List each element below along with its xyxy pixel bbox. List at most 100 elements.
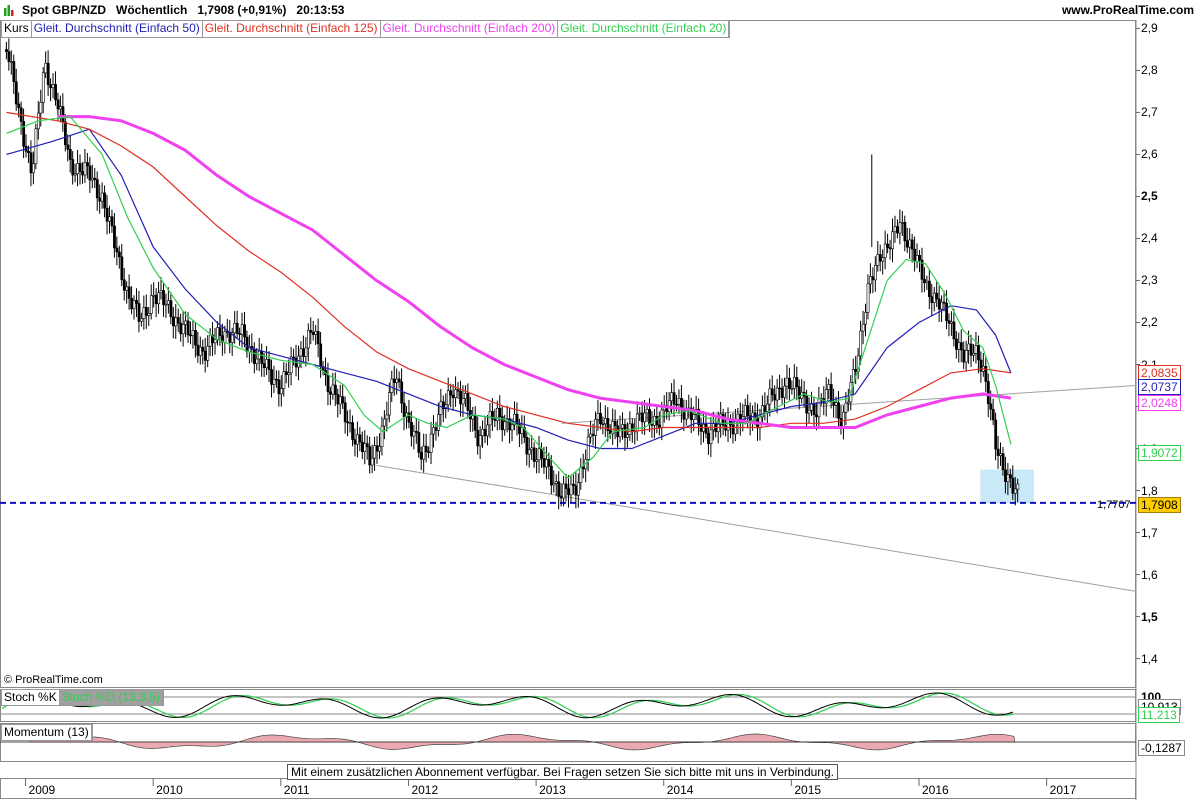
price-candle xyxy=(439,401,443,415)
price-candle xyxy=(626,434,629,438)
price-candle xyxy=(181,324,185,335)
y-tick-label: 2,2 xyxy=(1141,315,1158,330)
price-candle xyxy=(147,313,151,316)
price-candle xyxy=(1006,474,1010,483)
price-candle xyxy=(842,411,845,428)
price-candle xyxy=(874,264,877,281)
price-candle xyxy=(795,377,799,388)
price-candle xyxy=(648,409,651,425)
price-candle xyxy=(108,216,111,222)
price-candle xyxy=(39,102,43,114)
price-candle xyxy=(574,485,578,496)
price-candle xyxy=(400,381,404,404)
price-candle xyxy=(54,84,57,101)
price-candle xyxy=(712,423,715,431)
price-candle xyxy=(655,416,659,426)
price-candle xyxy=(1001,453,1005,471)
price-candle xyxy=(699,424,703,432)
price-candle xyxy=(530,447,534,451)
price-candle xyxy=(559,496,563,499)
price-candle xyxy=(162,290,165,306)
price-candle xyxy=(449,390,453,396)
price-candle xyxy=(71,159,75,176)
support-level-label: 1,7707 xyxy=(1097,499,1131,511)
price-candle xyxy=(279,388,283,395)
price-candle xyxy=(525,437,529,455)
price-candle xyxy=(793,377,796,389)
price-candle xyxy=(368,446,372,466)
price-candle xyxy=(901,221,904,224)
price-candle xyxy=(429,433,433,453)
price-candle xyxy=(986,381,990,405)
price-candle xyxy=(287,372,291,375)
price-candle xyxy=(957,342,961,350)
price-candle xyxy=(950,321,953,324)
price-candle xyxy=(572,483,575,487)
price-candle xyxy=(645,409,649,414)
price-candle xyxy=(746,405,750,417)
price-candle xyxy=(473,415,477,431)
price-candle xyxy=(969,343,973,356)
price-candle xyxy=(27,150,30,154)
price-candle xyxy=(73,173,77,176)
ma-line-1 xyxy=(6,128,1012,450)
price-candle xyxy=(471,415,475,420)
price-candle xyxy=(140,318,143,322)
price-candle xyxy=(888,247,892,250)
price-candle xyxy=(1013,488,1017,494)
price-candle xyxy=(415,430,418,433)
price-candle xyxy=(589,433,593,438)
price-candle xyxy=(29,152,33,174)
price-candle xyxy=(569,483,573,496)
price-candle xyxy=(788,377,791,390)
price-candle xyxy=(22,121,26,147)
price-candle xyxy=(773,394,777,401)
price-chart[interactable] xyxy=(0,0,1200,800)
price-candle xyxy=(319,343,323,367)
price-candle xyxy=(388,392,391,416)
y-tick-label: 1,7 xyxy=(1141,525,1158,540)
legend-item: Kurs xyxy=(2,21,32,37)
price-candle xyxy=(844,402,848,413)
price-candle xyxy=(770,388,774,395)
price-candle xyxy=(137,303,141,322)
price-candle xyxy=(370,457,374,466)
price-candle xyxy=(869,276,872,285)
price-candle xyxy=(189,334,192,337)
price-candle xyxy=(493,418,497,421)
price-candle xyxy=(275,378,278,381)
price-candle xyxy=(120,256,124,281)
price-candle xyxy=(373,445,377,459)
price-candle xyxy=(670,392,674,402)
price-candle xyxy=(243,324,246,338)
stoch-d-label: Stoch %D (13,3,5) xyxy=(59,690,163,705)
price-candle xyxy=(707,433,710,445)
price-candle xyxy=(783,385,786,398)
price-candle xyxy=(451,394,455,398)
price-candle xyxy=(815,414,818,418)
price-candle xyxy=(419,452,423,460)
price-candle xyxy=(564,483,568,489)
price-candle xyxy=(260,350,264,364)
price-candle xyxy=(959,342,963,351)
price-candle xyxy=(601,423,605,426)
price-candle xyxy=(812,403,816,416)
subscription-notice[interactable]: Mit einem zusätzlichen Abonnement verfüg… xyxy=(287,764,838,780)
price-candle xyxy=(115,247,119,253)
price-candle xyxy=(198,346,202,356)
price-candle xyxy=(903,221,907,242)
price-candle xyxy=(861,323,865,332)
price-candle xyxy=(935,292,939,300)
price-candle xyxy=(839,418,843,428)
price-candle xyxy=(876,254,880,266)
price-candle xyxy=(125,286,129,291)
price-candle xyxy=(191,330,195,336)
price-candle xyxy=(186,320,190,336)
price-candle xyxy=(81,171,84,176)
price-candle xyxy=(898,222,902,234)
price-candle xyxy=(86,162,89,167)
price-candle xyxy=(847,401,850,404)
price-candle xyxy=(14,81,18,105)
price-candle xyxy=(766,403,769,412)
price-candle xyxy=(174,317,178,327)
